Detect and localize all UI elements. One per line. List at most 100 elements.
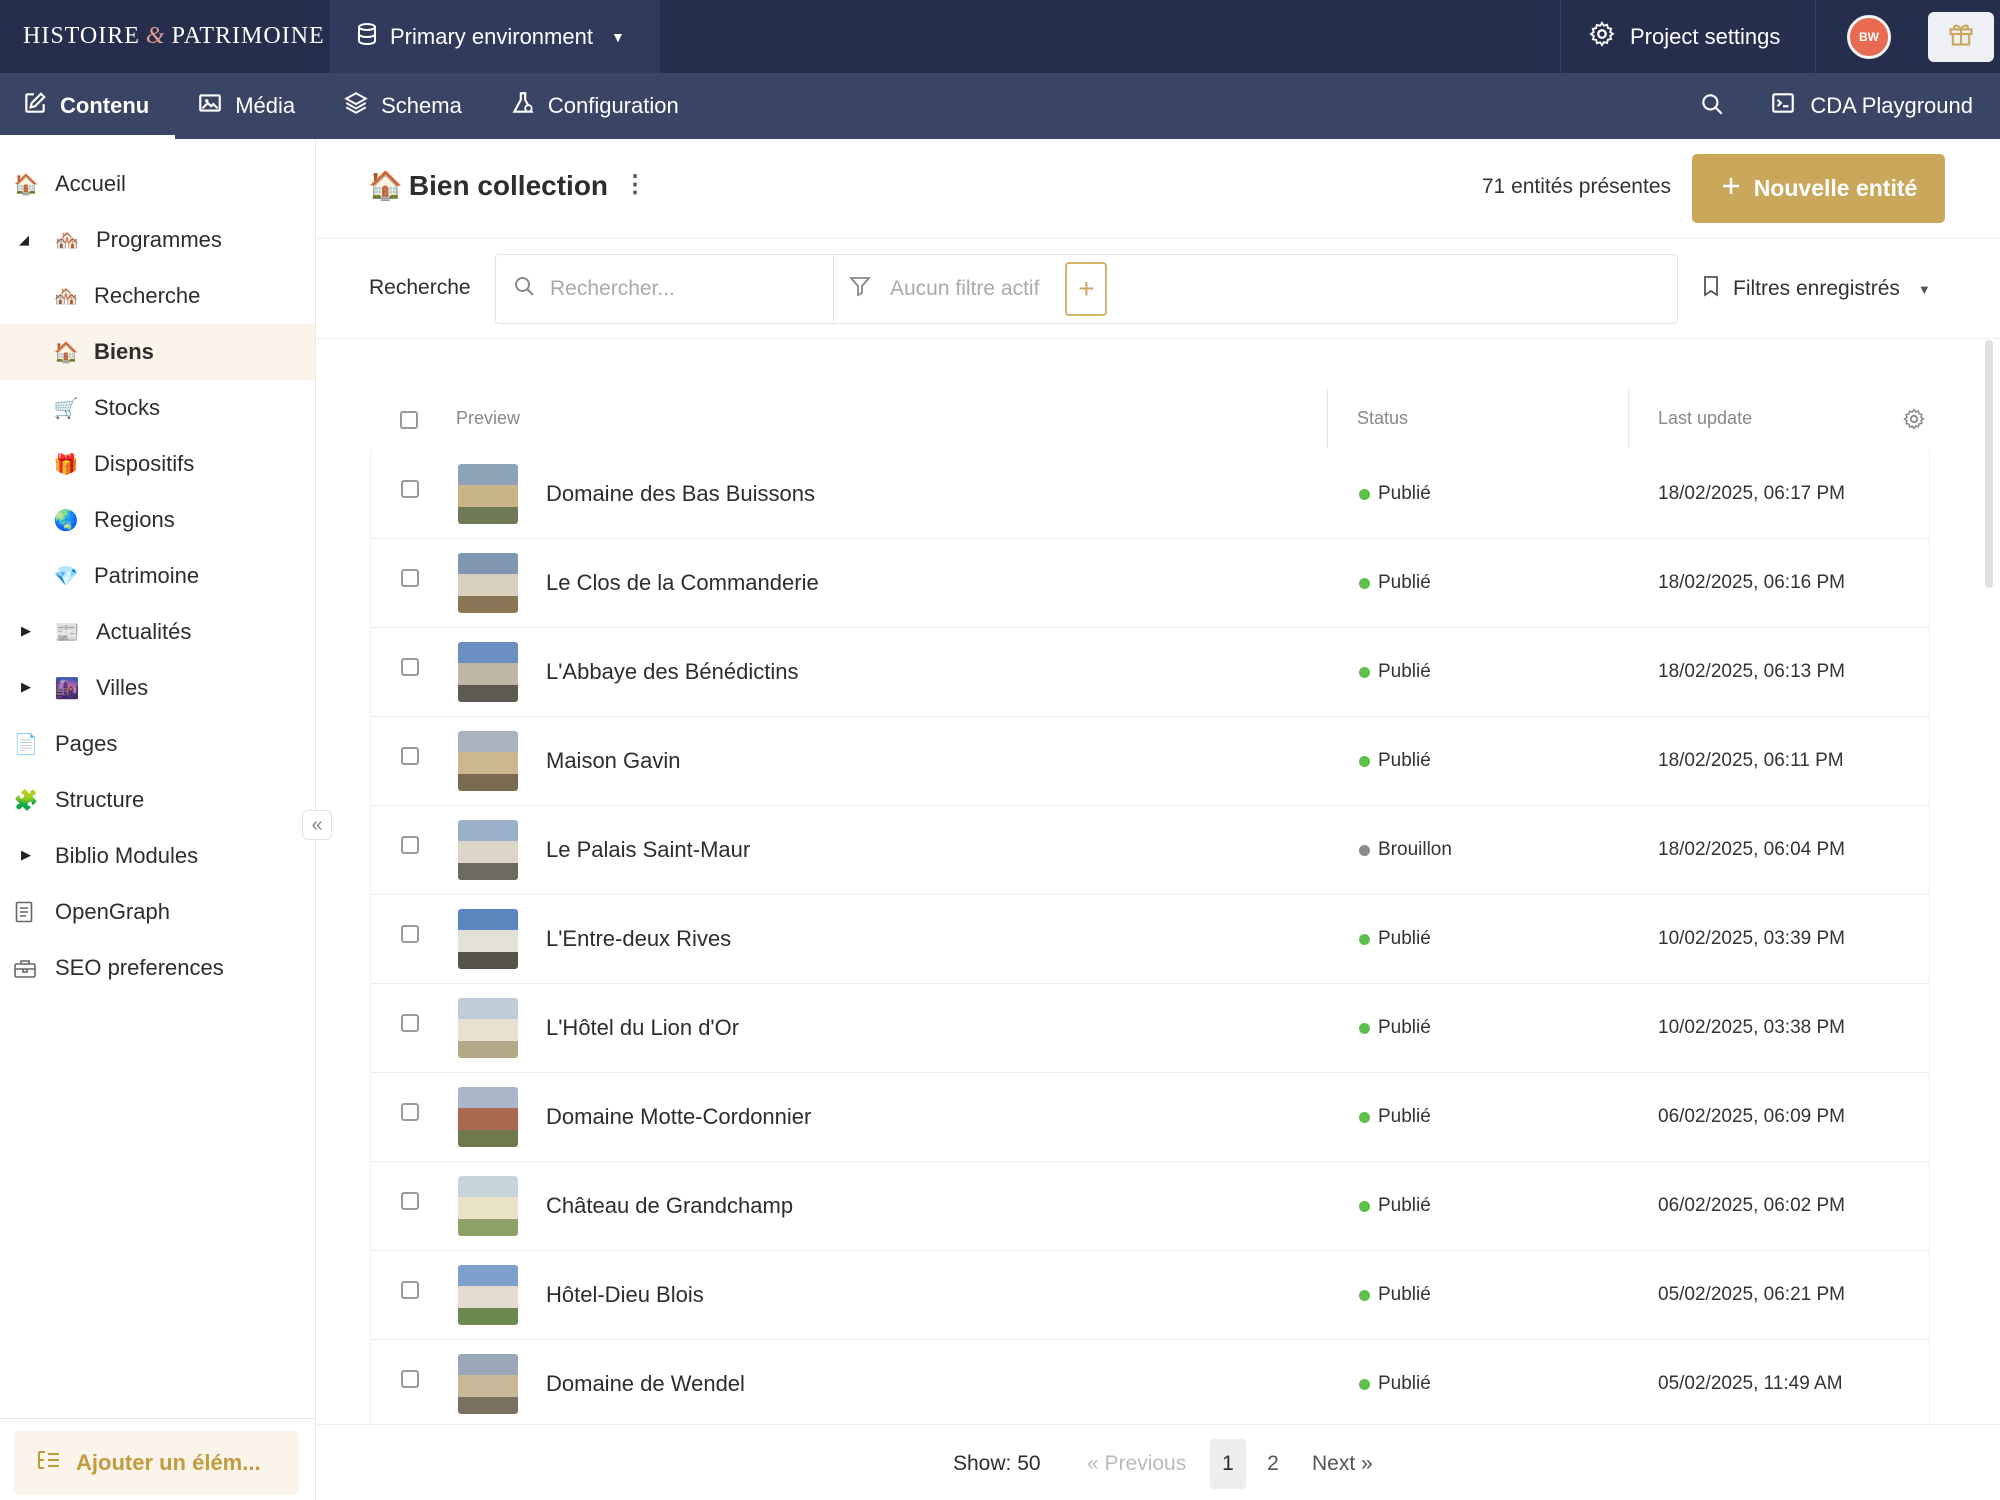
table-row[interactable]: Le Clos de la Commanderie Publié 18/02/202… [371,539,1929,628]
sidebar-item-regions[interactable]: 🌏 Regions [0,492,315,548]
column-header-preview: Preview [456,408,521,428]
status-badge: Publié [1359,1195,1431,1217]
row-checkbox[interactable] [401,1103,419,1121]
row-checkbox[interactable] [401,480,419,498]
entity-title: L'Hôtel du Lion d'Or [546,1015,740,1040]
caret-right-icon[interactable]: ▶ [21,679,31,695]
column-header-last-update[interactable]: Last update [1658,408,1752,429]
page-1-button[interactable]: 1 [1210,1439,1246,1489]
row-checkbox[interactable] [401,569,419,587]
table-row[interactable]: L'Abbaye des Bénédictins Publié 18/02/2025… [371,628,1929,717]
toolbox-icon [13,957,39,979]
select-all-checkbox[interactable] [400,411,418,429]
tab-label: Schema [381,93,462,118]
sidebar-item-actualites[interactable]: ▶ 📰 Actualités [0,604,315,660]
gift-button[interactable] [1928,11,1994,62]
sidebar-item-seo-preferences[interactable]: SEO preferences [0,940,315,996]
status-badge: Publié [1359,750,1431,772]
table-row[interactable]: Domaine de Wendel Publié 05/02/2025, 11:49… [371,1340,1929,1424]
column-header-status[interactable]: Status [1357,408,1408,429]
preview-thumbnail [458,909,518,969]
table-row[interactable]: Maison Gavin Publié 18/02/2025, 06:11 PM [371,717,1929,806]
tab-media[interactable]: Média [175,73,321,139]
terminal-icon [1770,90,1796,122]
row-checkbox[interactable] [401,925,419,943]
tab-schema[interactable]: Schema [321,73,488,139]
environment-selector[interactable]: Primary environment ▼ [330,0,660,73]
add-filter-button[interactable]: + [1065,262,1108,316]
sidebar-item-label: Villes [96,675,149,700]
sidebar-item-biens[interactable]: 🏠 Biens [0,324,315,380]
row-checkbox[interactable] [401,836,419,854]
row-checkbox[interactable] [401,747,419,765]
tab-contenu[interactable]: Contenu [0,73,176,139]
user-menu[interactable]: BW [1815,0,1922,73]
scrollbar[interactable] [1985,340,1993,588]
bookmark-icon [1701,274,1721,304]
tab-label: Contenu [60,93,150,118]
more-options-icon[interactable]: ⋮ [623,173,647,197]
table-row[interactable]: Hôtel-Dieu Blois Publié 05/02/2025, 06:21 … [371,1251,1929,1340]
page-2-button[interactable]: 2 [1255,1439,1291,1489]
caret-down-icon[interactable]: ◢ [19,232,29,248]
table-row[interactable]: Le Palais Saint-Maur Brouillon 18/02/2025,… [371,806,1929,895]
document-icon [15,901,37,923]
caret-right-icon[interactable]: ▶ [21,847,31,863]
saved-filters-dropdown[interactable]: Filtres enregistrés ▼ [1701,274,1931,304]
search-icon [1699,91,1725,122]
cda-playground-button[interactable]: CDA Playground [1752,73,2000,139]
status-badge: Publié [1359,1284,1431,1306]
table-row[interactable]: L'Hôtel du Lion d'Or Publié 10/02/2025, 03… [371,984,1929,1073]
sidebar-item-pages[interactable]: 📄 Pages [0,716,315,772]
gem-icon: 💎 [53,565,79,588]
sidebar-item-dispositifs[interactable]: 🎁 Dispositifs [0,436,315,492]
caret-right-icon[interactable]: ▶ [21,623,31,639]
last-update: 18/02/2025, 06:17 PM [1658,483,1845,504]
next-page-button[interactable]: Next » [1312,1452,1373,1476]
last-update: 06/02/2025, 06:09 PM [1658,1106,1845,1127]
previous-page-button[interactable]: « Previous [1087,1452,1186,1476]
sidebar-item-stocks[interactable]: 🛒 Stocks [0,380,315,436]
project-settings-button[interactable]: Project settings [1560,0,1815,73]
status-label: Publié [1378,572,1431,593]
database-icon [356,22,378,52]
gift-icon: 🎁 [53,453,79,476]
add-element-button[interactable]: Ajouter un élém... [14,1431,299,1495]
entity-title: L'Abbaye des Bénédictins [546,659,799,684]
sidebar-item-structure[interactable]: 🧩 Structure [0,772,315,828]
new-entity-button[interactable]: Nouvelle entité [1692,154,1945,223]
last-update: 05/02/2025, 06:21 PM [1658,1284,1845,1305]
row-checkbox[interactable] [401,1192,419,1210]
brand-logo[interactable]: HISTOIRE & PATRIMOINE [0,0,330,73]
row-checkbox[interactable] [401,658,419,676]
row-checkbox[interactable] [401,1370,419,1388]
sidebar-item-patrimoine[interactable]: 💎 Patrimoine [0,548,315,604]
table-row[interactable]: Château de Grandchamp Publié 06/02/2025, 0… [371,1162,1929,1251]
collapse-sidebar-button[interactable]: « [302,810,332,840]
sidebar-item-biblio-modules[interactable]: ▶ Biblio Modules [0,828,315,884]
page-size-selector[interactable]: Show: 50 [953,1452,1041,1476]
search-input[interactable]: Rechercher... [496,255,834,323]
status-label: Publié [1378,661,1431,682]
status-label: Publié [1378,1195,1431,1216]
sidebar-item-label: Accueil [55,171,126,196]
filter-input[interactable]: Aucun filtre actif + [834,255,1108,323]
row-checkbox[interactable] [401,1281,419,1299]
last-update: 05/02/2025, 11:49 AM [1658,1373,1843,1394]
sidebar-item-accueil[interactable]: 🏠 Accueil [0,156,315,212]
search-placeholder: Rechercher... [550,277,675,300]
sidebar-item-programmes[interactable]: ◢ 🏘️ Programmes [0,212,315,268]
sidebar-item-label: Pages [55,731,118,756]
table-row[interactable]: L'Entre-deux Rives Publié 10/02/2025, 03:3… [371,895,1929,984]
status-dot-icon [1359,1200,1370,1212]
table-settings-icon[interactable] [1902,407,1926,436]
sidebar-item-opengraph[interactable]: OpenGraph [0,884,315,940]
tab-configuration[interactable]: Configuration [488,73,705,139]
table-row[interactable]: Domaine Motte-Cordonnier Publié 06/02/2025… [371,1073,1929,1162]
entity-title: Domaine Motte-Cordonnier [546,1104,812,1129]
global-search-button[interactable] [1672,73,1752,139]
sidebar-item-recherche[interactable]: 🏘️ Recherche [0,268,315,324]
table-row[interactable]: Domaine des Bas Buissons Publié 18/02/2025… [371,450,1929,539]
row-checkbox[interactable] [401,1014,419,1032]
sidebar-item-villes[interactable]: ▶ 🌆 Villes [0,660,315,716]
